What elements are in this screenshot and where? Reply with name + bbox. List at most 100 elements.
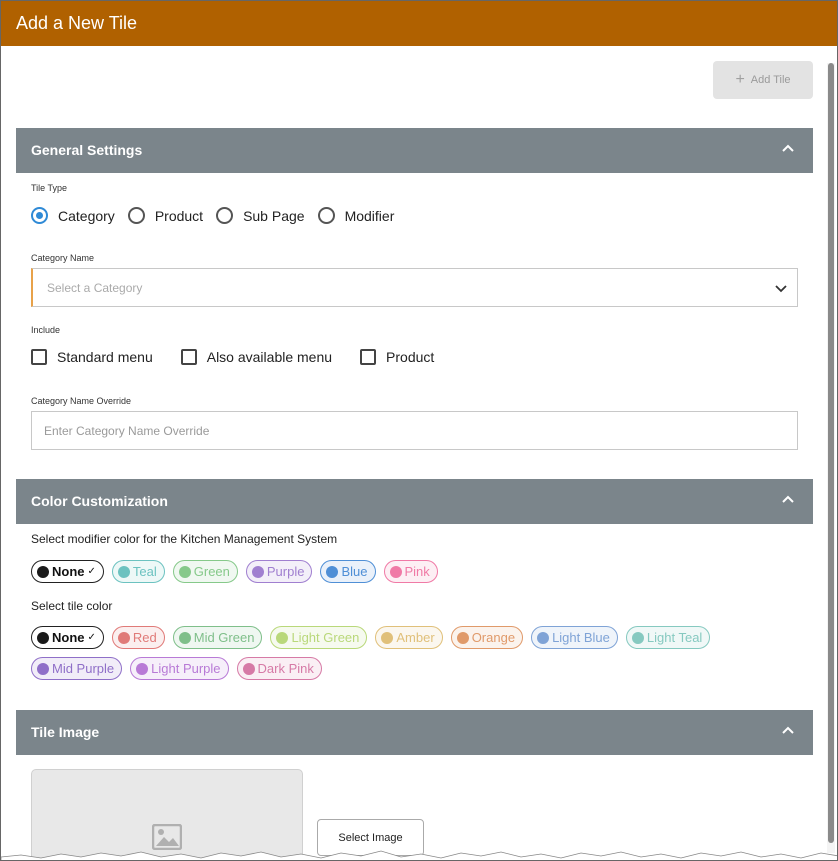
plus-icon: + <box>735 71 745 88</box>
tile-color-chips: None ✓ Red Mid Green Light Green Amber Orange L… <box>31 626 801 680</box>
color-dot <box>242 662 255 675</box>
color-chip-purple[interactable]: Purple <box>245 560 313 583</box>
category-name-override-input[interactable] <box>31 411 798 450</box>
color-chip-light-green[interactable]: Light Green <box>270 626 368 649</box>
radio-category[interactable]: Category <box>31 207 115 224</box>
color-dot <box>456 631 469 644</box>
radio-label: Category <box>58 207 115 224</box>
color-chip-label: Dark Pink <box>257 661 314 676</box>
checkbox-box[interactable] <box>180 349 197 365</box>
color-chip-label: Blue <box>341 564 368 579</box>
tile-color-label: Select tile color <box>31 599 113 613</box>
tile-type-label: Tile Type <box>31 183 68 193</box>
radio-product[interactable]: Product <box>127 207 204 224</box>
add-tile-window: Add a New Tile + Add Tile General Settin… <box>0 0 838 861</box>
tile-image-header[interactable]: Tile Image <box>16 710 813 755</box>
color-chip-label: Teal <box>132 564 157 579</box>
color-chip-teal[interactable]: Teal <box>111 560 165 583</box>
chevron-up-icon[interactable] <box>781 723 795 737</box>
color-chip-label: Red <box>132 630 157 645</box>
checkbox-product[interactable]: Product <box>360 349 434 365</box>
color-chip-label: Pink <box>404 564 430 579</box>
checkbox-box[interactable] <box>31 349 47 365</box>
scrollbar[interactable] <box>827 63 835 853</box>
include-checkbox-group: Standard menu Also available menu Produc… <box>31 349 462 365</box>
color-chip-label: Orange <box>471 630 516 645</box>
color-dot <box>37 662 49 675</box>
color-chip-label: Amber <box>396 630 435 645</box>
color-dot <box>276 631 289 644</box>
color-chip-amber[interactable]: Amber <box>375 626 443 649</box>
color-chip-label: Light Purple <box>151 661 221 676</box>
scrollbar-thumb[interactable] <box>828 63 834 843</box>
color-chip-label: Purple <box>266 564 305 579</box>
torn-edge <box>1 850 837 860</box>
tile-image-title: Tile Image <box>31 724 100 740</box>
color-customization-header[interactable]: Color Customization <box>16 479 813 524</box>
chevron-up-icon[interactable] <box>781 492 795 506</box>
color-chip-label: Mid Purple <box>52 661 115 676</box>
color-chip-green[interactable]: Green <box>172 560 238 583</box>
color-dot <box>37 565 49 578</box>
add-tile-label: Add Tile <box>750 74 791 86</box>
override-label: Category Name Override <box>31 396 132 406</box>
chevron-up-icon[interactable] <box>781 141 795 155</box>
radio-circle[interactable] <box>127 207 145 224</box>
color-dot <box>251 565 264 578</box>
radio-circle[interactable] <box>31 207 48 224</box>
color-customization-title: Color Customization <box>31 493 168 509</box>
checkbox-label: Also available menu <box>206 349 333 365</box>
color-chip-dark-pink[interactable]: Dark Pink <box>236 657 322 680</box>
color-chip-none[interactable]: None ✓ <box>31 626 104 649</box>
radio-modifier[interactable]: Modifier <box>317 207 395 224</box>
check-icon: ✓ <box>87 632 96 643</box>
color-chip-label: Light Green <box>291 630 360 645</box>
color-chip-label: None <box>52 630 85 645</box>
radio-label: Sub Page <box>243 207 305 224</box>
radio-label: Product <box>154 207 204 224</box>
color-chip-label: Light Teal <box>646 630 703 645</box>
checkbox-also-available-menu[interactable]: Also available menu <box>180 349 333 365</box>
kms-color-chips: None ✓ Teal Green Purple Blue Pink <box>31 560 801 583</box>
color-chip-label: Green <box>193 564 230 579</box>
color-chip-orange[interactable]: Orange <box>450 626 524 649</box>
window-title: Add a New Tile <box>1 1 837 46</box>
radio-sub-page[interactable]: Sub Page <box>216 207 305 224</box>
color-dot <box>178 565 191 578</box>
color-dot <box>326 565 339 578</box>
general-settings-header[interactable]: General Settings <box>16 128 813 173</box>
category-select-placeholder: Select a Category <box>47 281 143 295</box>
color-chip-mid-purple[interactable]: Mid Purple <box>31 657 123 680</box>
category-name-label: Category Name <box>31 253 95 263</box>
color-chip-none[interactable]: None ✓ <box>31 560 104 583</box>
checkbox-label: Standard menu <box>57 349 153 365</box>
color-dot <box>37 631 49 644</box>
color-chip-light-blue[interactable]: Light Blue <box>531 626 618 649</box>
color-chip-pink[interactable]: Pink <box>383 560 438 583</box>
color-dot <box>389 565 402 578</box>
color-dot <box>178 631 191 644</box>
color-chip-blue[interactable]: Blue <box>320 560 376 583</box>
checkbox-box[interactable] <box>360 349 377 365</box>
check-icon: ✓ <box>87 566 96 577</box>
color-chip-light-purple[interactable]: Light Purple <box>130 657 229 680</box>
category-select[interactable]: Select a Category <box>31 268 798 307</box>
color-chip-red[interactable]: Red <box>111 626 165 649</box>
color-dot <box>537 631 550 644</box>
radio-label: Modifier <box>344 207 395 224</box>
color-dot <box>136 662 149 675</box>
color-chip-light-teal[interactable]: Light Teal <box>625 626 711 649</box>
color-chip-mid-green[interactable]: Mid Green <box>172 626 263 649</box>
general-settings-title: General Settings <box>31 142 143 158</box>
checkbox-standard-menu[interactable]: Standard menu <box>31 349 153 365</box>
add-tile-button[interactable]: + Add Tile <box>713 61 813 99</box>
include-label: Include <box>31 325 61 335</box>
color-chip-label: Light Blue <box>552 630 610 645</box>
radio-circle[interactable] <box>216 207 234 224</box>
radio-circle[interactable] <box>317 207 335 224</box>
kms-color-label: Select modifier color for the Kitchen Ma… <box>31 532 338 546</box>
color-dot <box>631 631 644 644</box>
chevron-down-icon[interactable] <box>775 282 787 294</box>
color-dot <box>117 565 130 578</box>
color-dot <box>117 631 130 644</box>
